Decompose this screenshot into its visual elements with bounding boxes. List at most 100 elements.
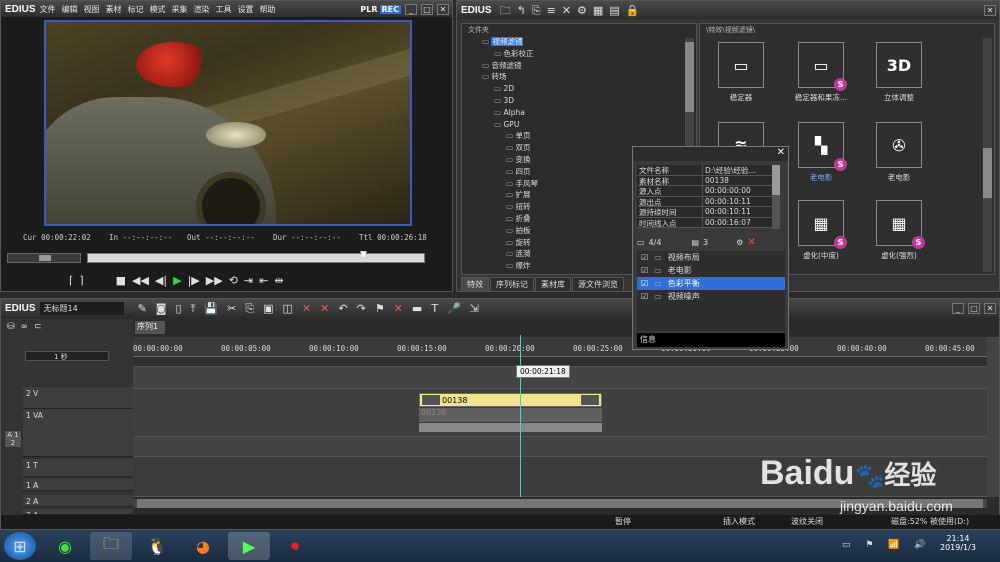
sequence-icon[interactable]: ≡ [547,5,556,16]
effect-item[interactable]: ✇ 老电影 [864,122,934,183]
info-close-icon[interactable]: ✕ [777,147,785,158]
new-file-icon[interactable]: ▯ [175,303,181,314]
menu-item[interactable]: 工具 [216,4,232,15]
taskbar-edius[interactable]: ▶ [228,532,270,560]
minimize-icon[interactable]: _ [405,3,417,15]
menu-item[interactable]: 模式 [150,4,166,15]
track-header[interactable]: 1 T [23,459,133,477]
taskbar-app-green[interactable]: ◉ [44,532,86,560]
tree-item[interactable]: ▭ 拍板 [482,225,538,237]
checkbox-checked[interactable]: ☑ [641,266,648,275]
ruler-scrollbar[interactable] [987,337,999,357]
save-icon[interactable]: 💾 [204,303,218,314]
audio-clip[interactable]: 00138 [419,408,602,422]
tree-item[interactable]: ▭ 双页 [482,142,538,154]
effect-item[interactable]: ▭ S 稳定器和果冻... [786,42,856,103]
new-sequence-icon[interactable]: ✎ [138,303,147,314]
audio-clip-lower[interactable] [419,423,602,432]
sequence-tab[interactable]: 序列1 [135,321,165,334]
tl-maximize-icon[interactable]: □ [968,302,980,314]
menu-item[interactable]: 编辑 [62,4,78,15]
bin-tab[interactable]: 素材库 [535,277,571,292]
tree-item[interactable]: ▭ Alpha [482,107,538,119]
close-icon[interactable]: ✕ [437,3,449,15]
tree-item[interactable]: ▭ 旋转 [482,237,538,249]
timeline-ruler[interactable]: 00:00:00:00 00:00:05:00 00:00:10:00 00:00:1… [133,337,989,357]
bin-close-icon[interactable]: ✕ [984,4,996,16]
camera-icon[interactable]: ◙ [156,303,167,314]
overwrite-icon[interactable]: ⇤ [259,275,268,286]
insert-icon[interactable]: ⇥ [244,275,253,286]
checkbox-checked[interactable]: ☑ [641,292,648,301]
redo-icon[interactable]: ↷ [357,303,366,314]
timeline-playhead[interactable] [520,335,521,497]
lock-icon[interactable]: 🔒 [626,5,640,16]
track-header[interactable]: 1 VA [23,409,133,457]
tree-item[interactable]: ▭ 单页 [482,130,538,142]
sync-icon[interactable]: ⊂ [34,322,42,333]
maximize-icon[interactable]: □ [421,3,433,15]
tree-item[interactable]: ▭ 视频滤镜 [482,36,538,48]
replace-icon[interactable]: ◫ [283,303,293,314]
tree-item[interactable]: ▭ GPU [482,119,538,131]
mic-icon[interactable]: 🎤 [447,303,461,314]
tree-item[interactable]: ▭ 3D [482,95,538,107]
properties-icon[interactable]: ⚙ [577,5,587,16]
stop-icon[interactable]: ■ [116,275,126,286]
undo-icon[interactable]: ↶ [338,303,347,314]
info-scrollbar[interactable] [772,165,780,229]
copy-clip-icon[interactable]: ⎘ [245,303,254,314]
filter-item[interactable]: ☑ ▭ 老电影 [637,264,785,277]
set-in-icon[interactable]: ⌈ [69,275,73,286]
tl-close-icon[interactable]: ✕ [984,302,996,314]
ripple-delete-icon[interactable]: ✕ [320,303,329,314]
shuttle-slider[interactable] [7,253,81,263]
delete-clip-icon[interactable]: ✕ [302,303,311,314]
tree-item[interactable]: ▭ 折叠 [482,213,538,225]
effect-item[interactable]: ▦ S 虚化(强烈) [864,200,934,261]
menu-item[interactable]: 采集 [172,4,188,15]
render-icon[interactable]: ▬ [412,303,422,314]
folder-icon[interactable]: 🗀 [500,5,511,16]
loop-icon[interactable]: ⟲ [229,275,238,286]
rewind-icon[interactable]: ◀◀ [132,275,149,286]
play-icon[interactable]: ▶ [173,275,181,286]
menu-item[interactable]: 标记 [128,4,144,15]
tree-item[interactable]: ▭ 爆炸 [482,260,538,272]
tree-item[interactable]: ▭ 音频滤镜 [482,60,538,72]
taskbar-recorder[interactable]: ⏺ [274,532,316,560]
track-header[interactable]: 1 A [23,479,133,491]
menu-item[interactable]: 视图 [84,4,100,15]
filter-item[interactable]: ☑ ▭ 色彩平衡 [637,277,785,290]
effect-item[interactable]: ▦ S 虚化(中度) [786,200,856,261]
video-clip[interactable]: 00138 [419,393,602,407]
delete-icon[interactable]: ✕ [562,5,571,16]
up-folder-icon[interactable]: ↰ [517,5,526,16]
effect-item[interactable]: 3D 立体调整 [864,42,934,103]
filter-list-icon[interactable]: ▤ [691,238,699,247]
playhead-marker[interactable]: ▼ [360,250,367,260]
tree-item[interactable]: ▭ 手风琴 [482,178,538,190]
add-marker-icon[interactable]: ⚑ [375,303,385,314]
group-icon[interactable]: ⛁ [7,322,15,333]
effects-scrollbar[interactable] [983,38,992,272]
open-icon[interactable]: ⤒ [191,303,196,314]
rec-label[interactable]: REC [379,4,401,14]
export-icon[interactable]: ⇲ [470,303,479,314]
taskbar-qq[interactable]: 🐧 [136,532,178,560]
menu-item[interactable]: 素材 [106,4,122,15]
menu-item[interactable]: 渲染 [194,4,210,15]
tree-item[interactable]: ▭ 扭转 [482,201,538,213]
tree-item[interactable]: ▭ 色彩校正 [482,48,538,60]
taskbar-explorer[interactable]: 🗀 [90,532,132,560]
checkbox-checked[interactable]: ☑ [641,279,648,288]
bin-tab[interactable]: 特效 [461,277,489,292]
track-header[interactable]: 2 A [23,495,133,507]
cut-icon[interactable]: ✂ [227,303,236,314]
title-icon[interactable]: T [431,303,438,314]
menu-item[interactable]: 设置 [238,4,254,15]
tl-minimize-icon[interactable]: _ [952,302,964,314]
tree-item[interactable]: ▭ 变换 [482,154,538,166]
plr-label[interactable]: PLR [360,5,377,14]
filter-item[interactable]: ☑ ▭ 视频噪声 [637,290,785,303]
